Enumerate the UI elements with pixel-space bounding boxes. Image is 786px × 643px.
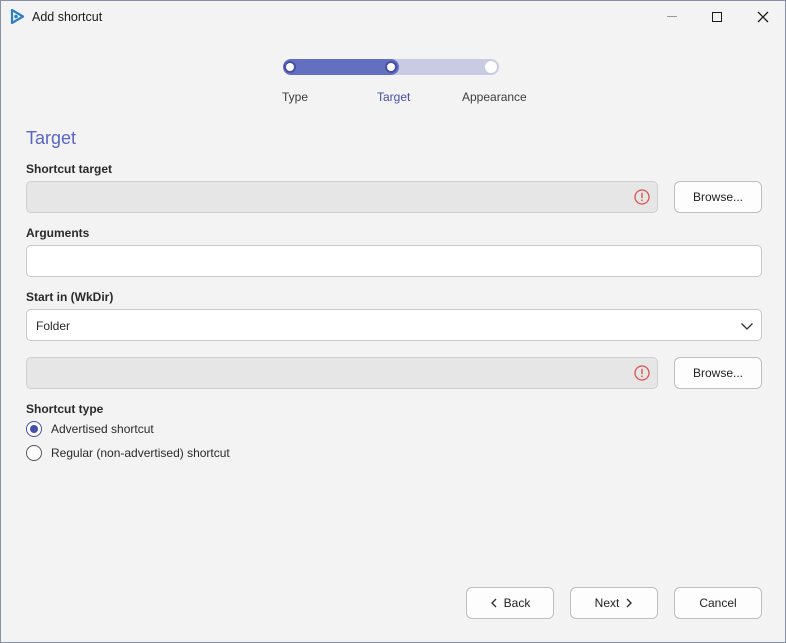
back-button[interactable]: Back bbox=[466, 587, 554, 619]
cancel-button[interactable]: Cancel bbox=[674, 587, 762, 619]
radio-regular[interactable]: Regular (non-advertised) shortcut bbox=[26, 445, 230, 461]
back-button-label: Back bbox=[503, 596, 531, 610]
step-dot-appearance bbox=[485, 61, 497, 73]
add-shortcut-window: Add shortcut Type Target Appearance Targ… bbox=[0, 0, 786, 643]
next-button-label: Next bbox=[594, 596, 620, 610]
title-bar: Add shortcut bbox=[1, 1, 785, 32]
radio-advertised[interactable]: Advertised shortcut bbox=[26, 421, 154, 437]
maximize-icon bbox=[712, 11, 722, 22]
shortcut-target-input[interactable] bbox=[26, 181, 658, 213]
app-icon bbox=[10, 9, 25, 24]
radio-advertised-button[interactable] bbox=[26, 421, 42, 437]
shortcut-type-label: Shortcut type bbox=[26, 402, 104, 416]
radio-regular-button[interactable] bbox=[26, 445, 42, 461]
step-label-type: Type bbox=[282, 90, 309, 104]
start-in-path-input[interactable] bbox=[26, 357, 658, 389]
step-dot-type bbox=[284, 61, 296, 73]
minimize-button[interactable] bbox=[649, 1, 695, 32]
browse-start-in-button[interactable]: Browse... bbox=[674, 357, 762, 389]
close-icon bbox=[757, 11, 769, 22]
arguments-input[interactable] bbox=[26, 245, 762, 277]
chevron-down-icon bbox=[741, 323, 753, 330]
maximize-button[interactable] bbox=[694, 1, 740, 32]
start-in-select[interactable]: Folder bbox=[26, 309, 762, 341]
next-button[interactable]: Next bbox=[570, 587, 658, 619]
start-in-selected: Folder bbox=[36, 319, 71, 333]
browse-target-button[interactable]: Browse... bbox=[674, 181, 762, 213]
step-label-target: Target bbox=[377, 90, 411, 104]
radio-advertised-label: Advertised shortcut bbox=[51, 422, 154, 436]
close-button[interactable] bbox=[740, 1, 786, 32]
step-label-appearance: Appearance bbox=[462, 90, 527, 104]
cancel-button-label: Cancel bbox=[699, 596, 737, 610]
step-dot-target bbox=[385, 61, 397, 73]
minimize-icon bbox=[667, 16, 677, 17]
arguments-label: Arguments bbox=[26, 226, 90, 240]
window-title: Add shortcut bbox=[32, 10, 103, 24]
radio-regular-label: Regular (non-advertised) shortcut bbox=[51, 446, 230, 460]
shortcut-target-label: Shortcut target bbox=[26, 162, 113, 176]
chevron-right-icon bbox=[626, 598, 633, 608]
section-title: Target bbox=[26, 128, 77, 148]
stepper-progress bbox=[283, 59, 399, 75]
error-icon bbox=[634, 365, 650, 381]
chevron-left-icon bbox=[490, 598, 497, 608]
start-in-label: Start in (WkDir) bbox=[26, 290, 114, 304]
error-icon bbox=[634, 189, 650, 205]
